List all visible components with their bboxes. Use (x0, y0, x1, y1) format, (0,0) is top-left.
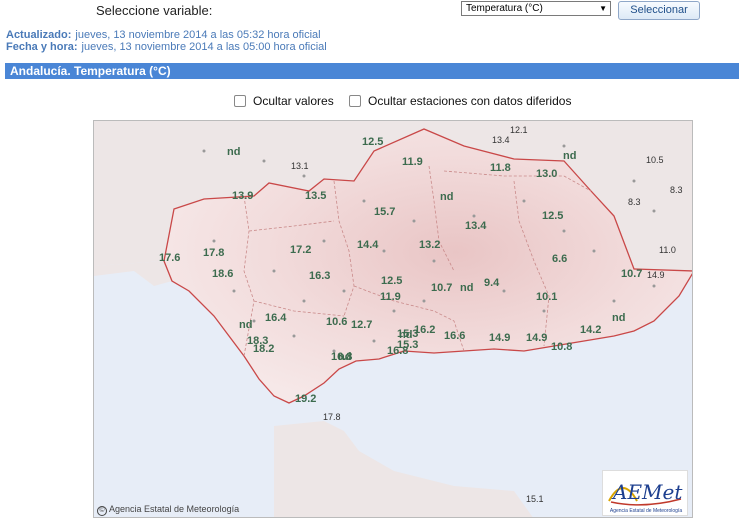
hide-values-option[interactable]: Ocultar valores (234, 94, 334, 108)
svg-text:Agencia Estatal de Meteorologí: Agencia Estatal de Meteorología (610, 508, 682, 514)
station-value[interactable]: 19.2 (295, 393, 316, 405)
station-value[interactable]: nd (239, 319, 252, 331)
svg-text:AEMet: AEMet (611, 480, 683, 504)
station-value[interactable]: 9.4 (484, 277, 500, 289)
station-value[interactable]: 13.9 (232, 190, 253, 202)
station-value[interactable]: 14.4 (357, 239, 379, 251)
station-value[interactable]: 13.4 (492, 135, 510, 145)
station-value[interactable]: 11.9 (402, 156, 423, 168)
station-value[interactable]: 13.5 (305, 190, 326, 202)
aemet-logo: AEMet Agencia Estatal de Meteorología (602, 470, 688, 516)
station-value[interactable]: 10.8 (551, 341, 572, 353)
hide-deferred-option[interactable]: Ocultar estaciones con datos diferidos (349, 94, 571, 108)
station-value[interactable]: 16.8 (331, 351, 352, 363)
station-value[interactable]: 15.1 (526, 494, 544, 504)
station-value[interactable]: 16.6 (444, 330, 465, 342)
station-value[interactable]: nd (563, 150, 576, 162)
station-value[interactable]: nd (612, 312, 625, 324)
credit: © Agencia Estatal de Meteorología (97, 504, 239, 516)
station-value[interactable]: 11.9 (380, 291, 401, 303)
updated-line: Actualizado: jueves, 13 noviembre 2014 a … (6, 29, 321, 41)
aemet-logo-mark: AEMet Agencia Estatal de Meteorología (608, 480, 683, 514)
station-value[interactable]: 18.6 (212, 268, 233, 280)
station-value[interactable]: 12.7 (351, 319, 372, 331)
updated-label: Actualizado: (6, 29, 72, 41)
station-value[interactable]: 12.5 (381, 275, 402, 287)
station-value[interactable]: 16.3 (309, 270, 330, 282)
station-value[interactable]: nd (440, 191, 453, 203)
station-value[interactable]: 17.8 (323, 412, 341, 422)
station-value[interactable]: nd (227, 146, 240, 158)
datetime-value: jueves, 13 noviembre 2014 a las 05:00 ho… (81, 41, 327, 53)
station-value[interactable]: 16.4 (265, 312, 287, 324)
station-value[interactable]: 16.2 (414, 324, 435, 336)
station-value[interactable]: 13.4 (465, 220, 487, 232)
map[interactable]: 12.5 11.9 13.4 11.8 13.0 12.1 nd 10.5 8.3 8.3 nd 13… (93, 120, 693, 518)
chevron-down-icon: ▼ (599, 4, 607, 13)
datetime-label: Fecha y hora: (6, 41, 78, 53)
map-title: Andalucía. Temperatura (°C) (5, 63, 739, 79)
select-button[interactable]: Seleccionar (618, 1, 700, 20)
hide-deferred-checkbox[interactable] (349, 95, 361, 107)
station-value[interactable]: 8.3 (670, 185, 683, 195)
station-value[interactable]: 14.9 (526, 332, 547, 344)
credit-text: Agencia Estatal de Meteorología (109, 504, 240, 514)
station-value[interactable]: 15.7 (374, 206, 395, 218)
variable-select-value: Temperatura (°C) (466, 3, 543, 14)
station-value[interactable]: 13.2 (419, 239, 440, 251)
station-value[interactable]: 10.1 (536, 291, 557, 303)
datetime-line: Fecha y hora: jueves, 13 noviembre 2014 a… (6, 41, 327, 53)
variable-select[interactable]: Temperatura (°C) ▼ (461, 1, 611, 16)
station-value[interactable]: 11.0 (659, 245, 676, 255)
hide-values-checkbox[interactable] (234, 95, 246, 107)
station-value[interactable]: 11.8 (490, 162, 511, 174)
station-value[interactable]: 14.9 (647, 270, 665, 280)
station-value[interactable]: 13.0 (536, 168, 557, 180)
station-value[interactable]: 17.6 (159, 252, 180, 264)
station-value[interactable]: 14.2 (580, 324, 601, 336)
station-value[interactable]: 17.8 (203, 247, 224, 259)
updated-value: jueves, 13 noviembre 2014 a las 05:32 ho… (75, 29, 321, 41)
station-value[interactable]: 16.8 (387, 345, 408, 357)
variable-select-label: Seleccione variable: (96, 3, 213, 18)
station-value[interactable]: 10.7 (621, 268, 642, 280)
station-value[interactable]: 12.1 (510, 125, 528, 135)
hide-deferred-label: Ocultar estaciones con datos diferidos (368, 94, 572, 108)
station-value[interactable]: 10.7 (431, 282, 452, 294)
station-value[interactable]: 18.2 (253, 343, 274, 355)
station-value[interactable]: 13.1 (291, 161, 309, 171)
copyright-icon: © (97, 506, 107, 516)
station-value[interactable]: nd (460, 282, 473, 294)
station-value[interactable]: 14.9 (489, 332, 510, 344)
map-svg: 12.5 11.9 13.4 11.8 13.0 12.1 nd 10.5 8.3 8.3 nd 13… (94, 121, 692, 517)
station-value[interactable]: 10.5 (646, 155, 664, 165)
station-value[interactable]: 10.6 (326, 316, 347, 328)
station-value[interactable]: 8.3 (628, 197, 641, 207)
station-value[interactable]: 17.2 (290, 244, 311, 256)
hide-values-label: Ocultar valores (253, 94, 334, 108)
station-value[interactable]: 12.5 (362, 136, 383, 148)
station-value[interactable]: 6.6 (552, 253, 567, 265)
station-value[interactable]: 12.5 (542, 210, 563, 222)
